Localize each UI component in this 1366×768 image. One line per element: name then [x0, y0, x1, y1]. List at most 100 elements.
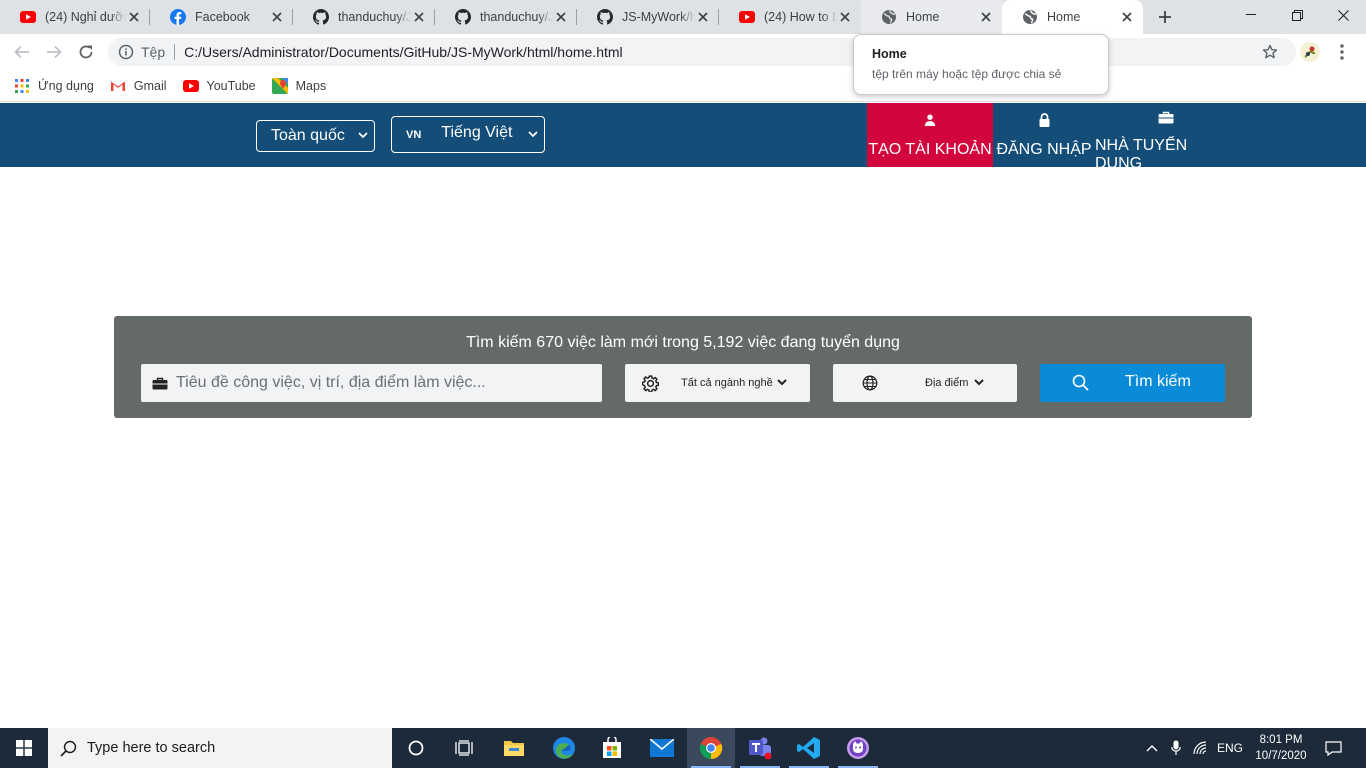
job-search-input[interactable]	[176, 374, 596, 392]
close-tab-icon[interactable]	[411, 9, 427, 25]
close-tab-icon[interactable]	[126, 9, 142, 25]
github-icon	[597, 9, 613, 25]
address-scheme-label: Tệp	[141, 44, 166, 60]
bookmark-label: YouTube	[206, 78, 256, 93]
taskbar-search-box[interactable]: Type here to search	[48, 728, 392, 768]
browser-tab-active[interactable]: Home	[1002, 0, 1143, 34]
github-desktop-icon[interactable]	[834, 728, 882, 768]
tab-title: (24) Nghỉ dưỡng	[45, 10, 126, 24]
browser-tab[interactable]: (24) Nghỉ dưỡng	[0, 0, 150, 34]
language-select[interactable]: VN Tiếng Việt	[391, 116, 545, 153]
login-label: ĐĂNG NHẬP	[996, 141, 1092, 158]
maps-icon	[271, 77, 288, 94]
browser-tab[interactable]: thanduchuy/JS-MyWork	[293, 0, 435, 34]
taskbar-search-placeholder: Type here to search	[87, 740, 216, 756]
job-search-panel: Tìm kiếm 670 việc làm mới trong 5,192 vi…	[114, 316, 1252, 418]
browser-tab[interactable]: Home	[861, 0, 1002, 34]
system-clock[interactable]: 8:01 PM 10/7/2020	[1250, 732, 1312, 764]
gmail-icon	[110, 78, 126, 94]
show-hidden-icons-icon[interactable]	[1142, 728, 1162, 768]
youtube-icon	[182, 78, 199, 94]
forward-arrow-icon	[47, 45, 62, 59]
close-tab-icon[interactable]	[269, 9, 285, 25]
create-account-link[interactable]: TẠO TÀI KHOẢN	[867, 103, 993, 167]
vscode-icon[interactable]	[785, 728, 833, 768]
new-tab-button[interactable]	[1153, 5, 1177, 29]
browser-tab[interactable]: thanduchuy/JS-MyWork	[435, 0, 577, 34]
close-window-button[interactable]	[1320, 0, 1366, 30]
clock-time: 8:01 PM	[1259, 734, 1303, 746]
industry-select[interactable]: Tất cả ngành nghề	[625, 364, 810, 402]
chevron-down-icon	[528, 130, 538, 137]
browser-tab[interactable]: JS-MyWork/home	[577, 0, 719, 34]
bookmark-maps[interactable]: Maps	[271, 77, 327, 94]
reload-button[interactable]	[72, 38, 100, 66]
mail-icon[interactable]	[638, 728, 686, 768]
bookmark-label: Gmail	[133, 78, 167, 93]
input-language[interactable]: ENG	[1214, 728, 1246, 768]
task-view-icon[interactable]	[440, 728, 488, 768]
browser-tab[interactable]: Facebook	[150, 0, 293, 34]
search-icon	[60, 740, 77, 757]
region-select[interactable]: Toàn quốc	[256, 120, 375, 152]
profile-avatar[interactable]	[1300, 42, 1320, 62]
job-search-field[interactable]	[141, 364, 602, 402]
more-menu-icon[interactable]	[1340, 44, 1344, 60]
network-icon[interactable]	[1190, 728, 1212, 768]
edge-icon[interactable]	[540, 728, 588, 768]
close-tab-icon[interactable]	[1119, 9, 1135, 25]
user-icon	[924, 111, 936, 128]
bookmark-youtube[interactable]: YouTube	[182, 78, 256, 94]
file-explorer-icon[interactable]	[490, 728, 538, 768]
search-button[interactable]: Tìm kiếm	[1040, 364, 1225, 402]
teams-icon[interactable]	[736, 728, 784, 768]
address-url[interactable]: C:/Users/Administrator/Documents/GitHub/…	[184, 44, 623, 60]
bookmark-label: Maps	[295, 78, 327, 93]
location-select[interactable]: Địa điểm	[833, 364, 1017, 402]
globe-icon	[862, 375, 878, 391]
lock-icon	[1039, 111, 1050, 128]
store-icon[interactable]	[588, 728, 636, 768]
close-tab-icon[interactable]	[837, 9, 853, 25]
youtube-icon	[739, 9, 755, 25]
browser-tab[interactable]: (24) How to Do	[719, 0, 861, 34]
cortana-icon[interactable]	[392, 728, 440, 768]
bookmark-apps[interactable]: Ứng dụng	[14, 78, 94, 94]
close-tab-icon[interactable]	[695, 9, 711, 25]
bookmark-label: Ứng dụng	[38, 78, 94, 93]
microphone-icon[interactable]	[1166, 728, 1186, 768]
tab-title: Home	[906, 10, 940, 24]
language-label: Tiếng Việt	[441, 123, 513, 141]
restore-button[interactable]	[1274, 0, 1320, 30]
chrome-icon[interactable]	[687, 728, 735, 768]
bookmark-gmail[interactable]: Gmail	[110, 78, 167, 94]
windows-taskbar: Type here to search ENG 8:01 PM 10/7/202…	[0, 728, 1366, 768]
employer-link[interactable]: NHÀ TUYỂN DỤNG	[1095, 103, 1237, 172]
minimize-button[interactable]	[1228, 0, 1274, 30]
close-tab-icon[interactable]	[978, 9, 994, 25]
bookmark-star-icon[interactable]	[1262, 44, 1278, 60]
notification-icon[interactable]	[1320, 728, 1346, 768]
globe-icon	[1022, 9, 1038, 25]
start-button[interactable]	[0, 728, 48, 768]
clock-date: 10/7/2020	[1255, 750, 1307, 762]
employer-label: NHÀ TUYỂN DỤNG	[1095, 137, 1188, 172]
chevron-down-icon	[777, 379, 787, 386]
bookmarks-bar: Ứng dụng Gmail YouTube Maps	[0, 70, 1366, 102]
chevron-down-icon	[974, 379, 984, 386]
tab-title: Facebook	[195, 10, 250, 24]
back-button[interactable]	[8, 38, 36, 66]
login-link[interactable]: ĐĂNG NHẬP	[993, 103, 1095, 167]
tab-title: JS-MyWork/home	[622, 10, 695, 24]
tab-title: (24) How to Do	[764, 10, 837, 24]
tab-title: thanduchuy/JS-MyWork	[480, 10, 553, 24]
gear-icon	[642, 375, 659, 392]
forward-button[interactable]	[40, 38, 68, 66]
reload-icon	[79, 45, 93, 59]
close-tab-icon[interactable]	[553, 9, 569, 25]
back-arrow-icon	[14, 45, 29, 59]
location-select-value: Địa điểm	[925, 377, 969, 389]
industry-select-value: Tất cả ngành nghề	[681, 377, 773, 389]
language-code: VN	[406, 128, 422, 141]
address-bar[interactable]: Tệp C:/Users/Administrator/Documents/Git…	[108, 38, 1296, 66]
